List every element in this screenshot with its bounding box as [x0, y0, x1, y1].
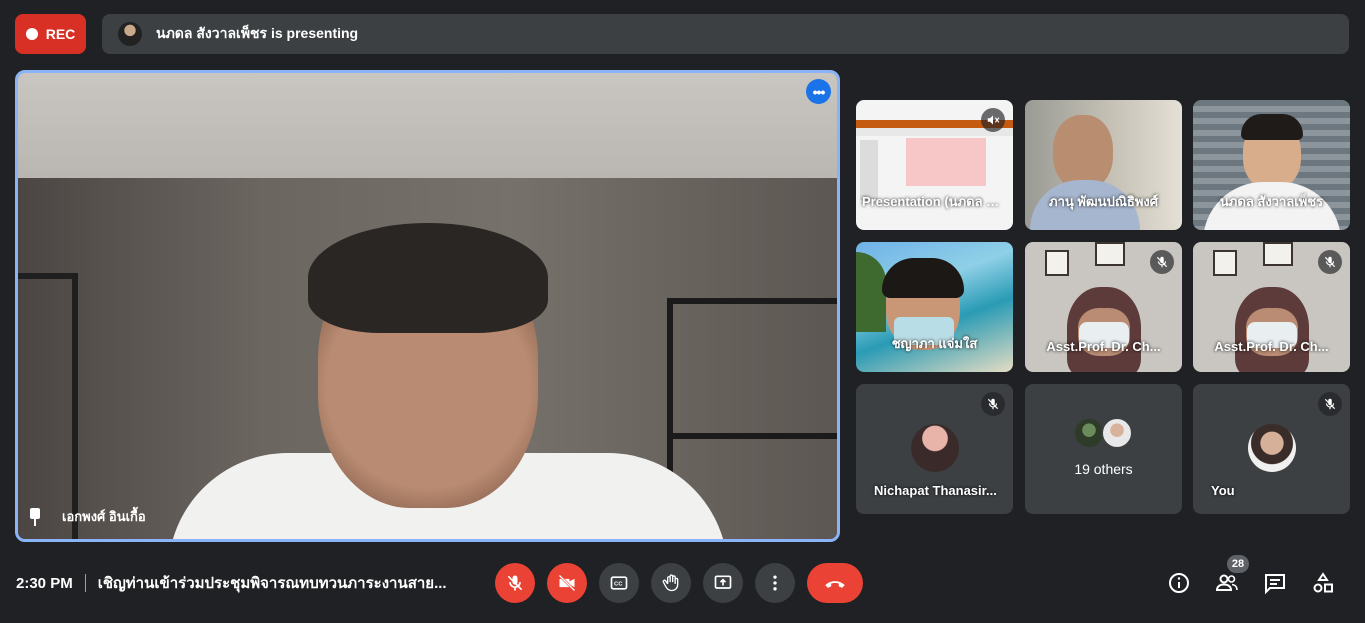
muted-icon: [1318, 250, 1342, 274]
chat-icon: [1265, 574, 1285, 595]
others-count: 19 others: [1074, 461, 1133, 477]
tile-label: You: [1211, 483, 1235, 498]
more-options-button[interactable]: [755, 563, 795, 603]
tile-others[interactable]: 19 others: [1025, 384, 1182, 514]
mic-toggle-button[interactable]: [495, 563, 535, 603]
tile-label: Presentation (นภดล สังวาล...: [862, 194, 1013, 209]
main-video-tile[interactable]: ••• เอกพงศ์ อินเกื้อ: [15, 70, 840, 542]
end-call-icon: [825, 581, 845, 588]
present-screen-icon: [714, 575, 732, 589]
tile-label: ชญาภา แจ่มใส: [891, 336, 978, 351]
muted-icon: [981, 108, 1005, 132]
captions-button[interactable]: CC: [599, 563, 639, 603]
tile-label: Asst.Prof. Dr. Ch...: [1046, 339, 1161, 354]
hand-icon: [662, 574, 679, 592]
tile-participant[interactable]: ชญาภา แจ่มใส: [856, 242, 1013, 372]
camera-toggle-button[interactable]: [547, 563, 587, 603]
chat-button[interactable]: [1261, 569, 1289, 597]
record-dot-icon: [25, 28, 38, 40]
muted-icon: [1150, 250, 1174, 274]
tile-label: Asst.Prof. Dr. Ch...: [1214, 339, 1329, 354]
info-icon: [1169, 573, 1189, 593]
tile-participant[interactable]: Asst.Prof. Dr. Ch...: [1193, 242, 1350, 372]
main-participant-label: เอกพงศ์ อินเกื้อ: [28, 506, 146, 527]
slide-thumbnail: [906, 138, 986, 186]
tile-label: นภดล สังวาลเพ็ชร: [1219, 194, 1324, 209]
presenter-avatar: [118, 22, 142, 46]
meeting-details-button[interactable]: [1165, 569, 1193, 597]
camera-off-icon: [558, 574, 576, 592]
tile-label: Nichapat Thanasir...: [874, 483, 997, 498]
main-participant-name: เอกพงศ์ อินเกื้อ: [62, 509, 146, 524]
meeting-title: เชิญท่านเข้าร่วมประชุมพิจารณทบทวนภาระงาน…: [97, 575, 447, 592]
pin-icon[interactable]: [28, 507, 42, 526]
participants-count-badge: 28: [1227, 555, 1249, 573]
tile-participant[interactable]: Nichapat Thanasir...: [856, 384, 1013, 514]
self-avatar: [1247, 424, 1296, 472]
tile-presentation[interactable]: Presentation (นภดล สังวาล...: [856, 100, 1013, 230]
muted-icon: [981, 392, 1005, 416]
mic-off-icon: [507, 575, 523, 591]
present-now-button[interactable]: [703, 563, 743, 603]
leave-call-button[interactable]: [807, 563, 863, 603]
video-background: [18, 73, 837, 183]
people-button[interactable]: [1213, 569, 1241, 597]
tile-participant[interactable]: Asst.Prof. Dr. Ch...: [1025, 242, 1182, 372]
tile-participant[interactable]: นภดล สังวาลเพ็ชร: [1193, 100, 1350, 230]
clock: 2:30 PM: [16, 574, 73, 592]
people-icon: [1215, 574, 1238, 591]
svg-text:CC: CC: [614, 582, 623, 588]
raise-hand-button[interactable]: [651, 563, 691, 603]
closed-captions-icon: CC: [610, 576, 628, 590]
divider: [84, 574, 86, 592]
presenting-banner[interactable]: นภดล สังวาลเพ็ชร is presenting: [102, 14, 1349, 54]
participant-head: [1053, 115, 1113, 190]
recording-indicator[interactable]: REC: [15, 14, 86, 54]
meeting-info: 2:30 PM เชิญท่านเข้าร่วมประชุมพิจารณทบทว…: [16, 571, 448, 595]
activities-icon: [1313, 572, 1333, 593]
muted-icon: [1318, 392, 1342, 416]
more-options-icon[interactable]: •••: [806, 79, 831, 104]
participant-avatar: [910, 424, 959, 472]
tile-label: ภานุ พัฒนปณิธิพงศ์: [1049, 194, 1158, 209]
tile-participant[interactable]: ภานุ พัฒนปณิธิพงศ์: [1025, 100, 1182, 230]
rec-label: REC: [45, 26, 76, 42]
presenting-text: นภดล สังวาลเพ็ชร is presenting: [156, 25, 359, 41]
more-vert-icon: [773, 575, 777, 591]
activities-button[interactable]: [1309, 569, 1337, 597]
others-avatar: [1101, 417, 1133, 449]
tile-self[interactable]: You: [1193, 384, 1350, 514]
